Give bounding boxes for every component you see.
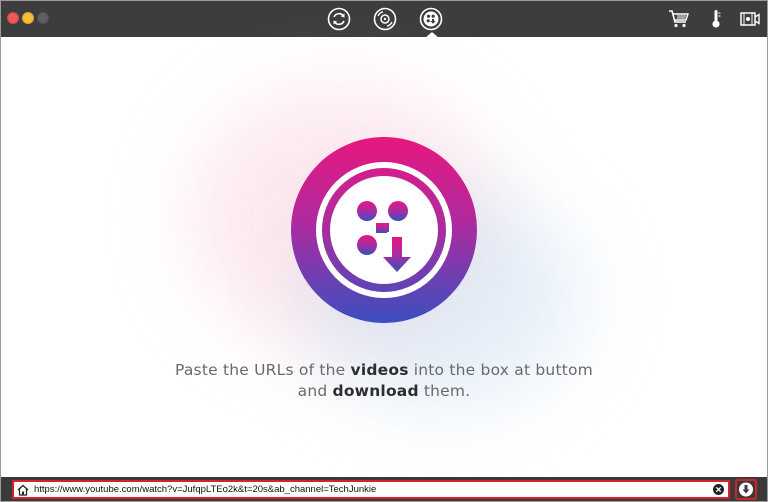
- caption-text: and: [297, 382, 333, 400]
- instruction-line-2: and download them.: [1, 381, 767, 402]
- download-button[interactable]: [735, 479, 757, 500]
- instruction-line-1: Paste the URLs of the videos into the bo…: [1, 360, 767, 381]
- url-field-container: [12, 480, 730, 499]
- thermometer-icon: [712, 10, 721, 28]
- cart-button[interactable]: [668, 9, 690, 29]
- window-close-button[interactable]: [7, 12, 19, 24]
- caption-bold-text: videos: [350, 361, 409, 379]
- main-content: Paste the URLs of the videos into the bo…: [1, 37, 767, 477]
- window-minimize-button[interactable]: [22, 12, 34, 24]
- convert-tab[interactable]: [327, 7, 351, 31]
- convert-icon: [327, 7, 351, 31]
- app-window: Paste the URLs of the videos into the bo…: [0, 0, 768, 502]
- video-settings-icon: [740, 12, 760, 26]
- caption-bold-text: download: [332, 382, 419, 400]
- window-maximize-button[interactable]: [37, 12, 49, 24]
- download-video-icon: [419, 7, 443, 31]
- video-settings-button[interactable]: [739, 9, 761, 29]
- url-input[interactable]: [34, 482, 704, 497]
- home-icon[interactable]: [17, 484, 29, 496]
- burn-disc-icon: [373, 7, 397, 31]
- burn-disc-tab[interactable]: [373, 7, 397, 31]
- url-bar: [1, 477, 767, 501]
- video-downloader-icon: [291, 137, 477, 323]
- download-arrow-icon: [739, 482, 753, 497]
- caption-text: Paste the URLs of the: [175, 361, 351, 379]
- caption-text: them.: [418, 382, 471, 400]
- download-video-tab[interactable]: [419, 7, 443, 31]
- video-downloader-logo: [290, 136, 478, 324]
- cart-icon: [669, 10, 689, 28]
- caption-text: into the box at buttom: [408, 361, 593, 379]
- thermometer-button[interactable]: [705, 9, 727, 29]
- title-bar: [1, 1, 767, 38]
- instruction-text: Paste the URLs of the videos into the bo…: [1, 360, 767, 402]
- clear-icon[interactable]: [713, 484, 724, 495]
